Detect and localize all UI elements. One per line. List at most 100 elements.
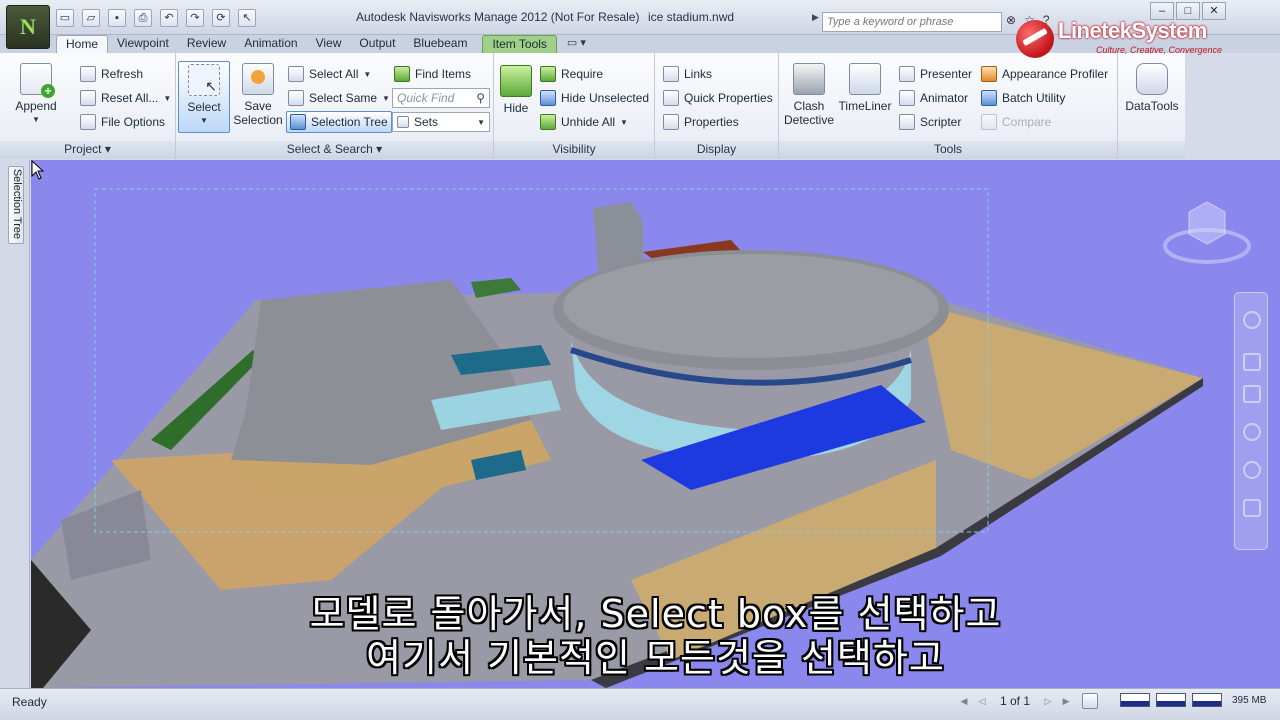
file-options-icon xyxy=(80,114,96,130)
hide-label: Hide xyxy=(503,101,529,115)
pan-icon[interactable] xyxy=(1243,353,1261,371)
ribbon-empty-area xyxy=(1185,53,1280,159)
select-button[interactable]: ↖ Select ▼ xyxy=(178,61,230,133)
unhide-all-label: Unhide All xyxy=(561,115,616,129)
scripter-button[interactable]: Scripter xyxy=(899,114,961,130)
hide-unselected-icon xyxy=(540,90,556,106)
tab-item-tools[interactable]: Item Tools xyxy=(482,35,557,54)
tab-view[interactable]: View xyxy=(307,35,351,54)
select-same-label: Select Same xyxy=(309,91,378,105)
appearance-profiler-icon xyxy=(981,66,997,82)
presenter-label: Presenter xyxy=(920,67,973,81)
properties-icon xyxy=(663,114,679,130)
find-items-button[interactable]: Find Items xyxy=(394,66,471,82)
window-file-name: ice stadium.nwd xyxy=(648,10,735,24)
presenter-icon xyxy=(899,66,915,82)
quick-properties-icon xyxy=(663,90,679,106)
web-server-indicator xyxy=(1192,693,1222,707)
print-icon[interactable]: ⎙ xyxy=(134,9,152,27)
help-search-input[interactable]: Type a keyword or phrase xyxy=(822,12,1002,32)
pencil-progress-indicator xyxy=(1120,693,1150,707)
append-button[interactable]: + Append ▼ xyxy=(14,63,58,127)
refresh-button[interactable]: Refresh xyxy=(80,66,143,82)
tab-home[interactable]: Home xyxy=(56,35,109,54)
clash-detective-button[interactable]: Clash Detective xyxy=(783,63,835,127)
clash-detective-icon xyxy=(793,63,825,95)
undo-icon[interactable]: ↶ xyxy=(160,9,178,27)
sheet-browser-icon[interactable] xyxy=(1082,693,1099,709)
appearance-profiler-button[interactable]: Appearance Profiler xyxy=(981,66,1108,82)
refresh-icon[interactable]: ⟳ xyxy=(212,9,230,27)
application-menu-button[interactable]: N xyxy=(6,5,50,49)
tab-review[interactable]: Review xyxy=(178,35,235,54)
hide-unselected-button[interactable]: Hide Unselected xyxy=(540,90,649,106)
unhide-all-button[interactable]: Unhide All ▼ xyxy=(540,114,628,130)
save-selection-button[interactable]: Save Selection xyxy=(232,63,284,127)
reset-all-label: Reset All... xyxy=(101,91,159,105)
batch-utility-button[interactable]: Batch Utility xyxy=(981,90,1065,106)
tab-viewpoint[interactable]: Viewpoint xyxy=(108,35,178,54)
new-icon[interactable]: ▭ xyxy=(56,9,74,27)
next-page-icon[interactable]: ▷ xyxy=(1042,695,1054,707)
selection-tree-button[interactable]: Selection Tree xyxy=(286,111,392,133)
reset-icon xyxy=(80,90,96,106)
properties-button[interactable]: Properties xyxy=(663,114,739,130)
timeliner-icon xyxy=(849,63,881,95)
quick-find-input[interactable]: Quick Find ⚲ xyxy=(392,88,490,108)
brand-watermark: LinetekSystem Culture, Creative, Converg… xyxy=(1016,16,1226,60)
presenter-button[interactable]: Presenter xyxy=(899,66,972,82)
viewcube[interactable] xyxy=(1163,194,1251,266)
animator-button[interactable]: Animator xyxy=(899,90,968,106)
quick-access-toolbar: ▭ ▱ ▪ ⎙ ↶ ↷ ⟳ ↖ xyxy=(56,9,256,27)
binoculars-icon[interactable]: ⊗ xyxy=(1006,13,1016,27)
panel-visibility: Hide Require Hide Unselected Unhide All ▼… xyxy=(494,53,655,159)
quick-properties-button[interactable]: Quick Properties xyxy=(663,90,773,106)
first-page-icon[interactable]: ◀ xyxy=(958,695,970,707)
performance-indicators: 395 MB xyxy=(1120,693,1266,707)
save-icon[interactable]: ▪ xyxy=(108,9,126,27)
file-options-button[interactable]: File Options xyxy=(80,114,165,130)
panel-title-project[interactable]: Project ▾ xyxy=(0,141,175,159)
tab-output[interactable]: Output xyxy=(350,35,404,54)
open-icon[interactable]: ▱ xyxy=(82,9,100,27)
select-all-button[interactable]: Select All ▼ xyxy=(288,66,371,82)
reset-all-button[interactable]: Reset All... ▼ xyxy=(80,90,171,106)
last-page-icon[interactable]: ▶ xyxy=(1060,695,1072,707)
walk-icon[interactable] xyxy=(1243,499,1261,517)
select-same-icon xyxy=(288,90,304,106)
previous-page-icon[interactable]: ◁ xyxy=(976,695,988,707)
orbit-icon[interactable] xyxy=(1243,423,1261,441)
sets-label: Sets xyxy=(414,115,439,129)
tab-animation[interactable]: Animation xyxy=(235,35,306,54)
panel-title-select-search[interactable]: Select & Search ▾ xyxy=(176,141,493,159)
select-all-label: Select All xyxy=(309,67,359,81)
require-button[interactable]: Require xyxy=(540,66,603,82)
links-button[interactable]: Links xyxy=(663,66,712,82)
timeliner-button[interactable]: TimeLiner xyxy=(837,63,893,113)
quick-find-search-icon[interactable]: ⚲ xyxy=(476,91,485,105)
redo-icon[interactable]: ↷ xyxy=(186,9,204,27)
look-icon[interactable] xyxy=(1243,461,1261,479)
sets-dropdown[interactable]: Sets ▼ xyxy=(392,112,490,132)
select-same-button[interactable]: Select Same ▼ xyxy=(288,90,390,106)
zoom-window-icon[interactable] xyxy=(1243,385,1261,403)
3d-viewport[interactable]: 모델로 돌아가서, Select box를 선택하고 여기서 기본적인 모든것을… xyxy=(31,160,1280,688)
datatools-button[interactable]: DataTools xyxy=(1124,63,1180,113)
search-expand-icon[interactable]: ▶ xyxy=(812,12,820,22)
ribbon-minimize-toggle[interactable]: ▭ ▾ xyxy=(557,35,596,54)
status-bar: Ready ◀ ◁ 1 of 1 ▷ ▶ 395 MB xyxy=(0,688,1280,720)
steeringwheel-icon[interactable] xyxy=(1243,311,1261,329)
refresh-icon xyxy=(80,66,96,82)
tab-bluebeam[interactable]: Bluebeam xyxy=(404,35,476,54)
refresh-label: Refresh xyxy=(101,67,144,81)
hide-button[interactable]: Hide xyxy=(498,65,534,115)
subtitle-line-1: 모델로 돌아가서, Select box를 선택하고 xyxy=(309,592,1002,636)
panel-title-tools: Tools xyxy=(779,141,1117,159)
select-icon[interactable]: ↖ xyxy=(238,9,256,27)
selection-tree-dock-tab[interactable]: Selection Tree xyxy=(8,166,24,244)
compare-button[interactable]: Compare xyxy=(981,114,1051,130)
datatools-icon xyxy=(1136,63,1168,95)
unhide-all-icon xyxy=(540,114,556,130)
compare-icon xyxy=(981,114,997,130)
file-options-label: File Options xyxy=(101,115,166,129)
